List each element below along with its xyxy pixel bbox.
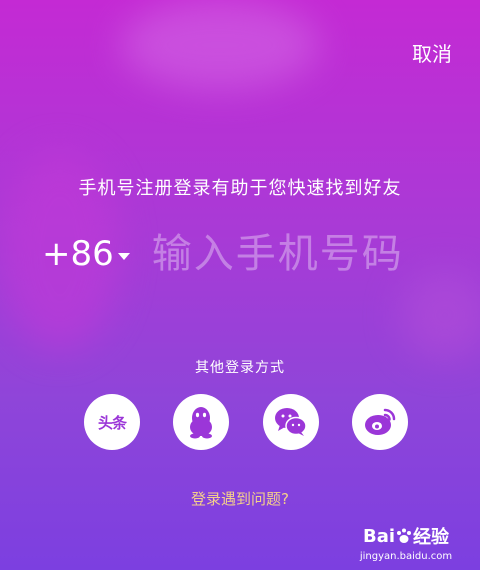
watermark-brand: Bai 经验 [346,523,466,549]
qq-login-button[interactable] [173,394,230,450]
cancel-button[interactable]: 取消 [412,38,452,67]
watermark-brand-suffix: 经验 [413,527,450,548]
third-party-login-row: 头条 [84,394,408,450]
other-login-label: 其他登录方式 [195,360,285,376]
country-code-value: +86 [42,234,114,274]
background-blur [400,270,480,360]
login-screen: 取消 手机号注册登录有助于您快速找到好友 +86 其他登录方式 头条 [0,0,480,570]
wechat-icon [274,408,307,436]
login-problem-link[interactable]: 登录遇到问题? [0,488,480,509]
phone-input-row: +86 [42,226,462,282]
baidu-jingyan-watermark: Bai 经验 jingyan.baidu.com [346,523,466,563]
wechat-login-button[interactable] [262,394,319,450]
weibo-icon [364,408,396,435]
phone-number-input[interactable] [151,231,452,277]
watermark-brand-text: Bai [362,525,396,547]
watermark-url: jingyan.baidu.com [359,551,453,562]
toutiao-login-button[interactable]: 头条 [84,394,140,450]
qq-penguin-icon [190,407,213,439]
login-subtitle: 手机号注册登录有助于您快速找到好友 [78,178,402,199]
paw-icon [397,528,412,543]
country-code-selector[interactable]: +86 [42,234,130,274]
caret-down-icon [117,252,130,260]
weibo-login-button[interactable] [351,394,408,450]
toutiao-icon: 头条 [97,413,127,432]
background-blur [120,0,320,90]
